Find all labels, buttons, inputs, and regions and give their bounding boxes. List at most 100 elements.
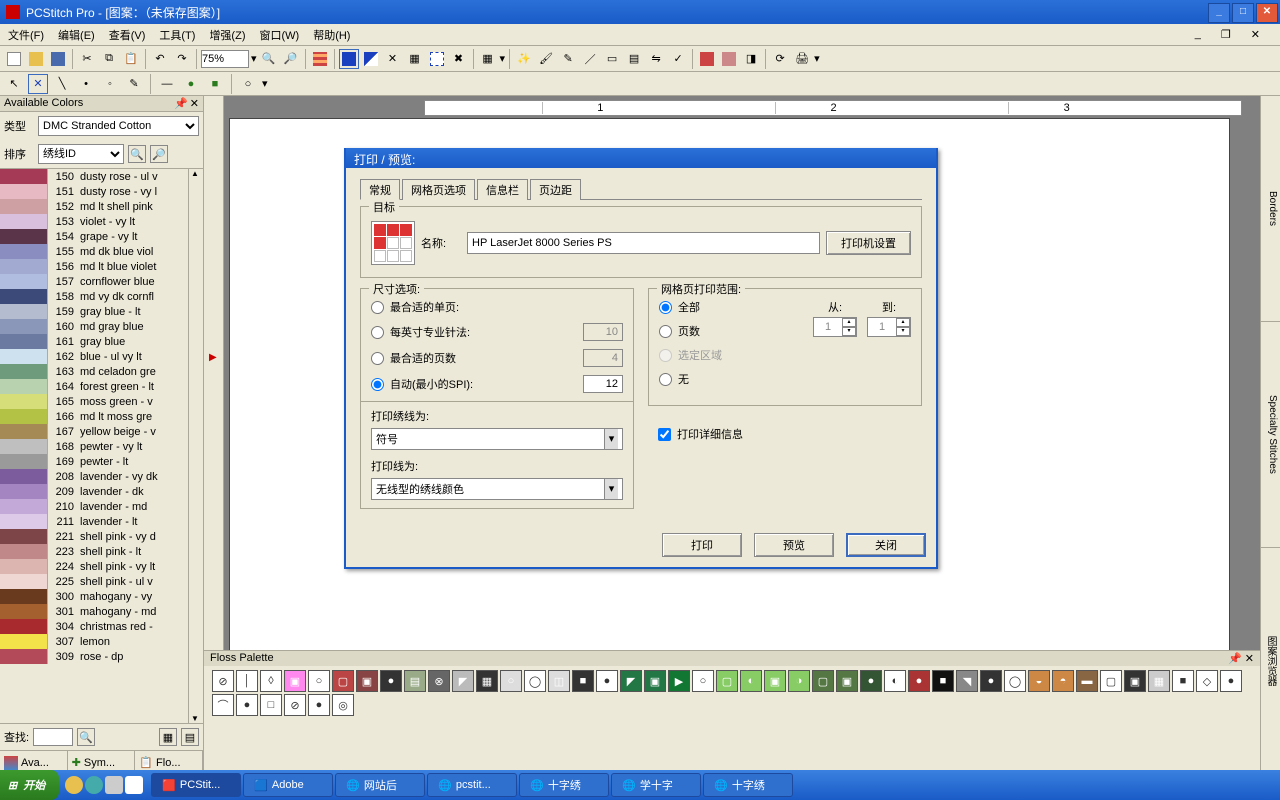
- floss-swatch[interactable]: ▣: [284, 670, 306, 692]
- floss-swatch[interactable]: ●: [980, 670, 1002, 692]
- floss-swatch[interactable]: ●: [380, 670, 402, 692]
- grid-dropdown-icon[interactable]: ▾: [500, 52, 506, 65]
- floss-swatch[interactable]: ▢: [716, 670, 738, 692]
- taskbar-task[interactable]: 🟥PCStit...: [151, 773, 241, 797]
- floss-swatch[interactable]: ◯: [1004, 670, 1026, 692]
- color-row[interactable]: 165moss green - v: [0, 394, 188, 409]
- floss-swatch[interactable]: ■: [572, 670, 594, 692]
- print-line-select[interactable]: 无线型的绣线颜色▾: [371, 478, 623, 500]
- tab-specialty[interactable]: Specialty Stitches: [1261, 322, 1280, 548]
- printer-name-input[interactable]: [467, 232, 820, 254]
- color-row[interactable]: 167yellow beige - v: [0, 424, 188, 439]
- size-opt-bestpage[interactable]: 最合适的单页:: [371, 299, 623, 315]
- minimize-button[interactable]: _: [1208, 3, 1230, 23]
- color-row[interactable]: 221shell pink - vy d: [0, 529, 188, 544]
- size-opt-spi[interactable]: 每英寸专业针法:: [371, 323, 623, 341]
- range-none[interactable]: 无: [659, 371, 803, 387]
- color-row[interactable]: 150dusty rose - ul v: [0, 169, 188, 184]
- grid-toggle-icon[interactable]: ▦: [478, 49, 498, 69]
- maximize-button[interactable]: □: [1232, 3, 1254, 23]
- color-row[interactable]: 153violet - vy lt: [0, 214, 188, 229]
- tool-export-icon[interactable]: [719, 49, 739, 69]
- tool-chart-icon[interactable]: [697, 49, 717, 69]
- floss-swatch[interactable]: ◊: [260, 670, 282, 692]
- menu-enhance[interactable]: 增强(Z): [209, 27, 245, 43]
- floss-swatch[interactable]: ◒: [1028, 670, 1050, 692]
- stitch-b-icon[interactable]: ✕: [383, 49, 403, 69]
- tool-pencil-icon[interactable]: ✎: [558, 49, 578, 69]
- color-row[interactable]: 151dusty rose - vy l: [0, 184, 188, 199]
- tab-pattern-browser[interactable]: 图案浏览器: [1261, 548, 1280, 774]
- floss-swatch[interactable]: ▦: [476, 670, 498, 692]
- tray-icon[interactable]: [65, 776, 83, 794]
- sort-asc-icon[interactable]: 🔍: [128, 145, 146, 163]
- floss-swatch[interactable]: □: [260, 694, 282, 716]
- floss-swatch[interactable]: ◇: [1196, 670, 1218, 692]
- color-row[interactable]: 224shell pink - vy lt: [0, 559, 188, 574]
- tray-icon[interactable]: [125, 776, 143, 794]
- tool-brush-icon[interactable]: 🖌: [536, 49, 556, 69]
- taskbar-task[interactable]: 🌐网站后: [335, 773, 425, 797]
- print-dropdown-icon[interactable]: ▾: [814, 52, 820, 65]
- tool-wand-icon[interactable]: ✨: [514, 49, 534, 69]
- tool-line-icon[interactable]: ／: [580, 49, 600, 69]
- print-button[interactable]: 打印: [662, 533, 742, 557]
- print-floss-select[interactable]: 符号▾: [371, 428, 623, 450]
- undo-icon[interactable]: ↶: [150, 49, 170, 69]
- color-row[interactable]: 154grape - vy lt: [0, 229, 188, 244]
- color-row[interactable]: 169pewter - lt: [0, 454, 188, 469]
- floss-swatch[interactable]: ◤: [620, 670, 642, 692]
- cut-icon[interactable]: ✂: [77, 49, 97, 69]
- color-row[interactable]: 211lavender - lt: [0, 514, 188, 529]
- stitch-a-icon[interactable]: [361, 49, 381, 69]
- color-row[interactable]: 160md gray blue: [0, 319, 188, 334]
- floss-swatches[interactable]: ⊘│◊▣○▢▣●▤⊗◤▦○◯◫■●◤▣▶○▢◐▣◑▢▣●◐●■◥●◯◒◓▬▢▣▦…: [204, 666, 1260, 720]
- zoom-dropdown-icon[interactable]: ▾: [251, 52, 257, 65]
- taskbar-task[interactable]: 🌐十字绣: [703, 773, 793, 797]
- color-row[interactable]: 155md dk blue viol: [0, 244, 188, 259]
- floss-swatch[interactable]: ▢: [332, 670, 354, 692]
- panel-close-icon[interactable]: ✕: [190, 97, 199, 110]
- floss-swatch[interactable]: ▤: [404, 670, 426, 692]
- floss-swatch[interactable]: ■: [1172, 670, 1194, 692]
- color-row[interactable]: 210lavender - md: [0, 499, 188, 514]
- fill-square-icon[interactable]: [339, 49, 359, 69]
- floss-swatch[interactable]: ◯: [524, 670, 546, 692]
- color-row[interactable]: 209lavender - dk: [0, 484, 188, 499]
- color-row[interactable]: 161gray blue: [0, 334, 188, 349]
- menu-file[interactable]: 文件(F): [8, 27, 44, 43]
- floss-swatch[interactable]: ▣: [356, 670, 378, 692]
- color-row[interactable]: 157cornflower blue: [0, 274, 188, 289]
- size-opt-bestpages[interactable]: 最合适的页数: [371, 349, 623, 367]
- floss-swatch[interactable]: ▢: [1100, 670, 1122, 692]
- color-row[interactable]: 152md lt shell pink: [0, 199, 188, 214]
- floss-close-icon[interactable]: ✕: [1245, 653, 1254, 665]
- paste-icon[interactable]: 📋: [121, 49, 141, 69]
- floss-swatch[interactable]: ◫: [548, 670, 570, 692]
- find-go-icon[interactable]: 🔍: [77, 728, 95, 746]
- color-row[interactable]: 156md lt blue violet: [0, 259, 188, 274]
- color-row[interactable]: 225shell pink - ul v: [0, 574, 188, 589]
- backstitch-icon[interactable]: ╲: [52, 74, 72, 94]
- floss-swatch[interactable]: ●: [236, 694, 258, 716]
- color-row[interactable]: 168pewter - vy lt: [0, 439, 188, 454]
- floss-swatch[interactable]: ▣: [764, 670, 786, 692]
- floss-swatch[interactable]: ▬: [1076, 670, 1098, 692]
- floss-swatch[interactable]: ⌒: [212, 694, 234, 716]
- floss-swatch[interactable]: ▦: [1148, 670, 1170, 692]
- floss-pin-icon[interactable]: 📌: [1228, 653, 1242, 665]
- print-detail-checkbox[interactable]: 打印详细信息: [658, 426, 922, 442]
- close-dialog-button[interactable]: 关闭: [846, 533, 926, 557]
- dlg-tab-margin[interactable]: 页边距: [530, 179, 581, 200]
- color-row[interactable]: 166md lt moss gre: [0, 409, 188, 424]
- floss-swatch[interactable]: ○: [500, 670, 522, 692]
- taskbar-task[interactable]: 🌐学十字: [611, 773, 701, 797]
- floss-swatch[interactable]: ◓: [1052, 670, 1074, 692]
- color-row[interactable]: 304christmas red -: [0, 619, 188, 634]
- mdi-restore-button[interactable]: ❐: [1221, 28, 1231, 41]
- start-button[interactable]: ⊞开始: [0, 770, 59, 800]
- menu-view[interactable]: 查看(V): [109, 27, 146, 43]
- floss-swatch[interactable]: ▣: [1124, 670, 1146, 692]
- tray-icon[interactable]: [105, 776, 123, 794]
- tool-rect-icon[interactable]: ▭: [602, 49, 622, 69]
